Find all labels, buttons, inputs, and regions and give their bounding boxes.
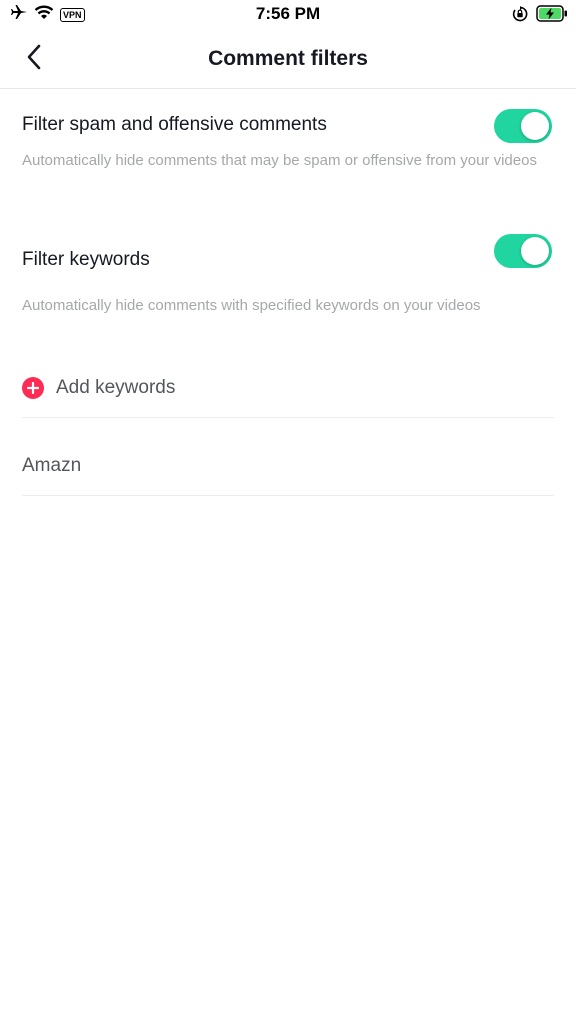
keyword-item[interactable]: Amazn — [22, 436, 554, 496]
status-right — [512, 5, 568, 27]
page-title: Comment filters — [208, 47, 368, 70]
add-keywords-button[interactable]: Add keywords — [22, 358, 554, 418]
setting-description: Automatically hide comments with specifi… — [22, 297, 481, 314]
setting-description: Automatically hide comments that may be … — [22, 152, 537, 169]
battery-charging-icon — [536, 5, 568, 27]
status-bar: VPN 7:56 PM — [0, 0, 576, 30]
orientation-lock-icon — [512, 5, 528, 27]
setting-filter-keywords: Filter keywords Automatically hide comme… — [22, 234, 554, 316]
setting-title: Filter keywords — [22, 249, 150, 270]
nav-bar: Comment filters — [0, 30, 576, 89]
keyword-label: Amazn — [22, 454, 82, 476]
toggle-knob — [521, 237, 549, 265]
status-time: 7:56 PM — [255, 4, 321, 23]
toggle-knob — [521, 112, 549, 140]
add-keywords-label: Add keywords — [56, 376, 176, 398]
setting-title: Filter spam and offensive comments — [22, 114, 327, 135]
plus-circle-icon — [22, 376, 44, 399]
setting-filter-spam: Filter spam and offensive comments Autom… — [22, 109, 554, 171]
filter-spam-toggle[interactable] — [494, 109, 552, 143]
filter-keywords-toggle[interactable] — [494, 234, 552, 268]
